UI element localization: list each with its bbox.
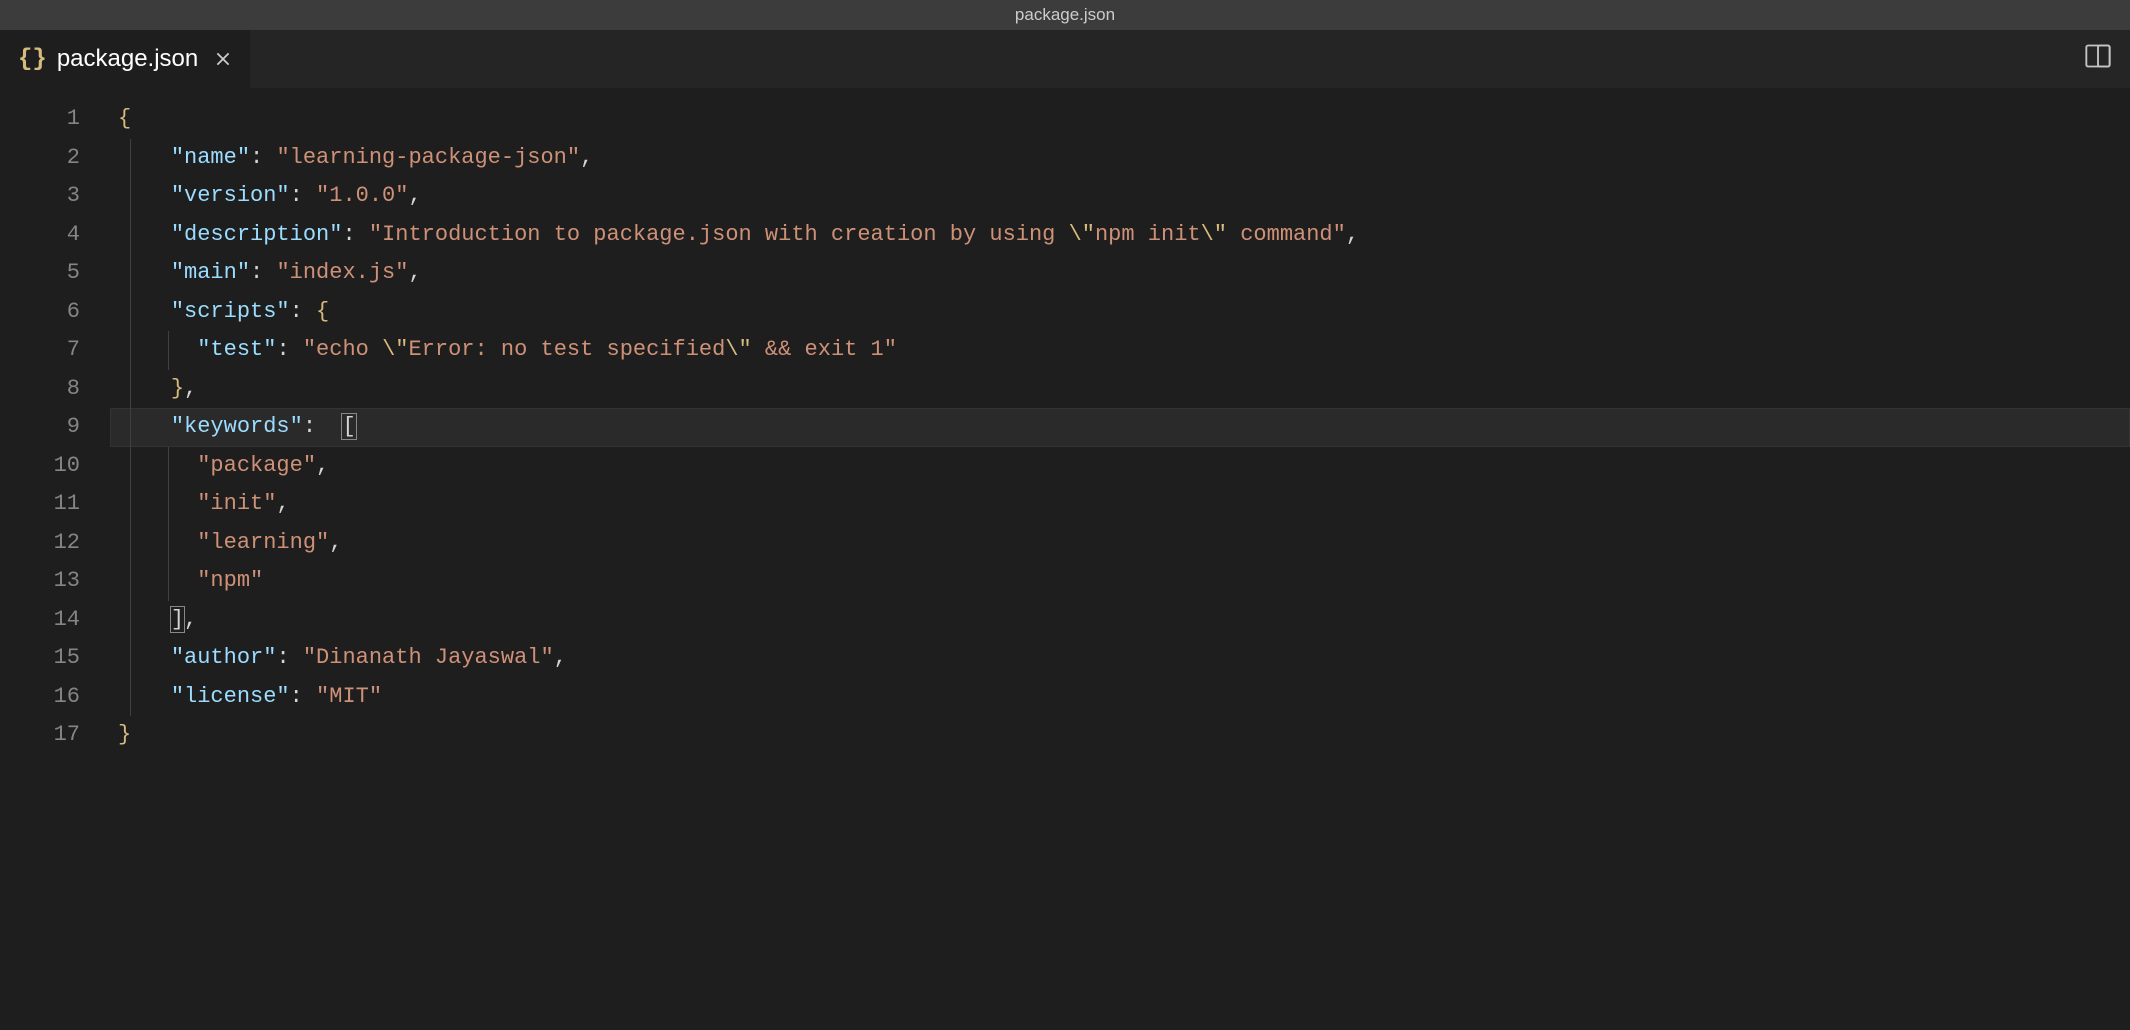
code-line[interactable]: "package", [110,447,2130,486]
code-line[interactable]: ], [110,601,2130,640]
line-number-gutter: 1234567891011121314151617 [0,88,110,1030]
code-line[interactable]: "main": "index.js", [110,254,2130,293]
code-editor[interactable]: 1234567891011121314151617 { "name": "lea… [0,88,2130,1030]
line-number: 1 [0,100,110,139]
code-line[interactable]: "init", [110,485,2130,524]
line-number: 12 [0,524,110,563]
code-line[interactable]: "version": "1.0.0", [110,177,2130,216]
line-number: 11 [0,485,110,524]
code-line[interactable]: "license": "MIT" [110,678,2130,717]
code-line[interactable]: "name": "learning-package-json", [110,139,2130,178]
line-number: 4 [0,216,110,255]
code-content[interactable]: { "name": "learning-package-json", "vers… [110,88,2130,1030]
line-number: 6 [0,293,110,332]
code-line[interactable]: }, [110,370,2130,409]
split-editor-button[interactable] [2084,42,2112,77]
close-tab-button[interactable] [212,48,234,70]
line-number: 13 [0,562,110,601]
window-titlebar: package.json [0,0,2130,30]
code-line[interactable]: "author": "Dinanath Jayaswal", [110,639,2130,678]
code-line[interactable]: } [110,716,2130,755]
code-line[interactable]: "scripts": { [110,293,2130,332]
code-line[interactable]: "npm" [110,562,2130,601]
code-line[interactable]: "test": "echo \"Error: no test specified… [110,331,2130,370]
line-number: 2 [0,139,110,178]
line-number: 16 [0,678,110,717]
code-line[interactable]: { [110,100,2130,139]
json-file-icon: {} [18,46,47,73]
line-number: 10 [0,447,110,486]
window-title: package.json [1015,5,1115,25]
code-line[interactable]: "learning", [110,524,2130,563]
tab-package-json[interactable]: {} package.json [0,30,251,88]
split-editor-icon [2084,42,2112,70]
line-number: 7 [0,331,110,370]
line-number: 9 [0,408,110,447]
line-number: 15 [0,639,110,678]
code-line[interactable]: "keywords": [ [110,408,2130,447]
tab-label: package.json [57,45,198,73]
line-number: 5 [0,254,110,293]
line-number: 14 [0,601,110,640]
line-number: 8 [0,370,110,409]
line-number: 3 [0,177,110,216]
code-line[interactable]: "description": "Introduction to package.… [110,216,2130,255]
line-number: 17 [0,716,110,755]
close-icon [214,50,232,68]
tab-bar: {} package.json [0,30,2130,88]
